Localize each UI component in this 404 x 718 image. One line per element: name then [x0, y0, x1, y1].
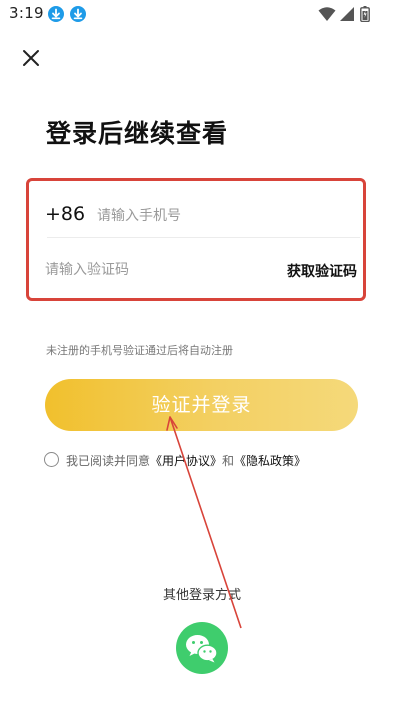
- wechat-login-button[interactable]: [176, 622, 228, 674]
- agreement-text: 我已阅读并同意《用户协议》和《隐私政策》: [66, 452, 306, 469]
- code-row: 获取验证码: [29, 238, 363, 298]
- download-icon: [48, 6, 64, 22]
- phone-input[interactable]: [97, 203, 337, 229]
- page-title: 登录后继续查看: [46, 119, 229, 148]
- agreement-conjunction: 和: [222, 454, 235, 468]
- agreement-prefix: 我已阅读并同意: [66, 454, 151, 468]
- wechat-icon: [186, 635, 218, 663]
- status-right-icons: [318, 6, 374, 22]
- user-agreement-link[interactable]: 《用户协议》: [150, 454, 222, 468]
- battery-icon: [360, 6, 370, 22]
- signal-icon: [340, 7, 354, 21]
- auto-register-hint: 未注册的手机号验证通过后将自动注册: [46, 344, 233, 357]
- wifi-icon: [318, 7, 336, 21]
- close-icon: [23, 50, 39, 66]
- annotation-arrow: [166, 416, 242, 629]
- verification-code-input[interactable]: [45, 257, 245, 283]
- country-code[interactable]: +86: [45, 203, 85, 225]
- status-bar: 3:19: [0, 0, 404, 28]
- get-code-button[interactable]: 获取验证码: [287, 261, 357, 281]
- privacy-policy-link[interactable]: 《隐私政策》: [234, 454, 306, 468]
- other-login-label: 其他登录方式: [162, 588, 241, 603]
- status-time: 3:19: [9, 4, 44, 22]
- verify-login-button[interactable]: 验证并登录: [45, 379, 358, 431]
- phone-row: +86: [29, 181, 363, 237]
- download-icon: [70, 6, 86, 22]
- agreement-checkbox[interactable]: [44, 452, 59, 467]
- login-form: +86 获取验证码: [26, 178, 366, 301]
- close-button[interactable]: [20, 47, 42, 69]
